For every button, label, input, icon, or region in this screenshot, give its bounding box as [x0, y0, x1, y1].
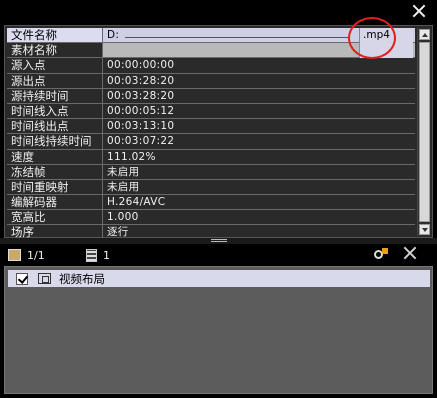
property-row-speed[interactable]: 速度 111.02%: [7, 149, 415, 165]
layout-count: 1/1: [27, 248, 45, 262]
property-key: 素材名称: [7, 43, 103, 58]
clip-name-extension-cell: [359, 43, 413, 59]
property-value: 1.000: [107, 211, 139, 224]
property-row-codec[interactable]: 编解码器 H.264/AVC: [7, 195, 415, 211]
delete-icon[interactable]: [403, 246, 417, 260]
property-key: 速度: [7, 149, 103, 164]
property-key: 时间线持续时间: [7, 134, 103, 149]
scroll-thumb[interactable]: [419, 42, 430, 222]
property-value: 00:00:05:12: [107, 104, 175, 117]
property-key: 冻结帧: [7, 164, 103, 179]
property-row-filename[interactable]: 文件名称 D: .mp4: [7, 28, 415, 44]
property-value: 00:03:13:10: [107, 120, 175, 133]
effect-item-video-layout[interactable]: 视频布局: [8, 270, 430, 287]
effect-enable-checkbox[interactable]: [16, 272, 28, 285]
property-value: 00:00:00:00: [107, 59, 175, 72]
property-row-timeline-in[interactable]: 时间线入点 00:00:05:12: [7, 103, 415, 120]
clip-properties-panel: 文件名称 D: .mp4 素材名称 源入点 00:00:00:00 源出点 00…: [4, 25, 433, 241]
property-key: 宽高比: [7, 210, 103, 225]
property-row-timeline-duration[interactable]: 时间线持续时间 00:03:07:22: [7, 134, 415, 150]
close-icon[interactable]: [411, 3, 427, 19]
vertical-scrollbar[interactable]: [417, 28, 430, 236]
splitter-grip-icon[interactable]: [211, 239, 227, 242]
property-key: 时间线出点: [7, 119, 103, 134]
property-row-source-out[interactable]: 源出点 00:03:28:20: [7, 73, 415, 89]
effects-list: 视频布局: [4, 266, 433, 394]
property-value: 00:03:07:22: [107, 135, 175, 148]
layout-icon: [8, 249, 21, 261]
property-key: 文件名称: [7, 28, 103, 43]
property-row-clip-name[interactable]: 素材名称: [7, 43, 415, 59]
property-value: 未启用: [107, 165, 140, 178]
property-value: 未启用: [107, 180, 140, 193]
property-value: 00:03:28:20: [107, 74, 175, 87]
property-key: 源出点: [7, 73, 103, 88]
property-value: 00:03:28:20: [107, 89, 175, 102]
property-row-aspect-ratio[interactable]: 宽高比 1.000: [7, 210, 415, 226]
properties-table: 文件名称 D: .mp4 素材名称 源入点 00:00:00:00 源出点 00…: [7, 28, 415, 241]
video-layout-icon: [38, 273, 51, 284]
scroll-up-icon[interactable]: [419, 29, 430, 40]
property-key: 编解码器: [7, 195, 103, 210]
filter-icon: [86, 248, 97, 262]
path-underline: [125, 37, 350, 38]
property-value: H.264/AVC: [107, 196, 166, 209]
property-key: 时间重映射: [7, 179, 103, 195]
property-row-source-in[interactable]: 源入点 00:00:00:00: [7, 58, 415, 74]
add-effect-square: [382, 248, 388, 254]
property-row-time-remap[interactable]: 时间重映射 未启用: [7, 179, 415, 196]
filter-count-item[interactable]: 1: [86, 247, 110, 263]
scroll-down-icon[interactable]: [419, 224, 430, 235]
title-bar: [0, 0, 437, 24]
property-key: 源持续时间: [7, 88, 103, 103]
properties-window: 文件名称 D: .mp4 素材名称 源入点 00:00:00:00 源出点 00…: [0, 0, 437, 398]
filter-count: 1: [103, 248, 110, 262]
layout-count-item[interactable]: 1/1: [8, 247, 45, 263]
property-row-source-duration[interactable]: 源持续时间 00:03:28:20: [7, 88, 415, 104]
property-key: 源入点: [7, 58, 103, 73]
add-effect-icon[interactable]: [372, 246, 390, 262]
property-row-freeze-frame[interactable]: 冻结帧 未启用: [7, 164, 415, 180]
effect-label: 视频布局: [59, 271, 105, 286]
property-key: 时间线入点: [7, 103, 103, 119]
property-value: 111.02%: [107, 150, 156, 163]
file-extension: .mp4: [359, 28, 413, 43]
property-row-timeline-out[interactable]: 时间线出点 00:03:13:10: [7, 119, 415, 135]
